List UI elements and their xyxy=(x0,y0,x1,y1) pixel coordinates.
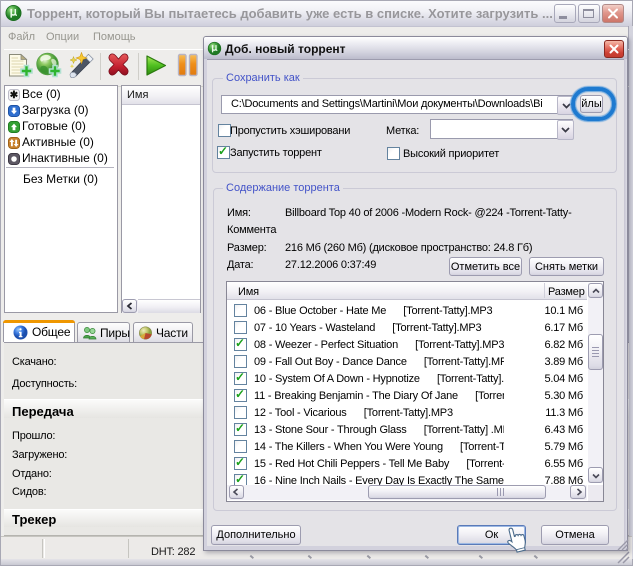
svg-text:✱: ✱ xyxy=(10,90,19,101)
